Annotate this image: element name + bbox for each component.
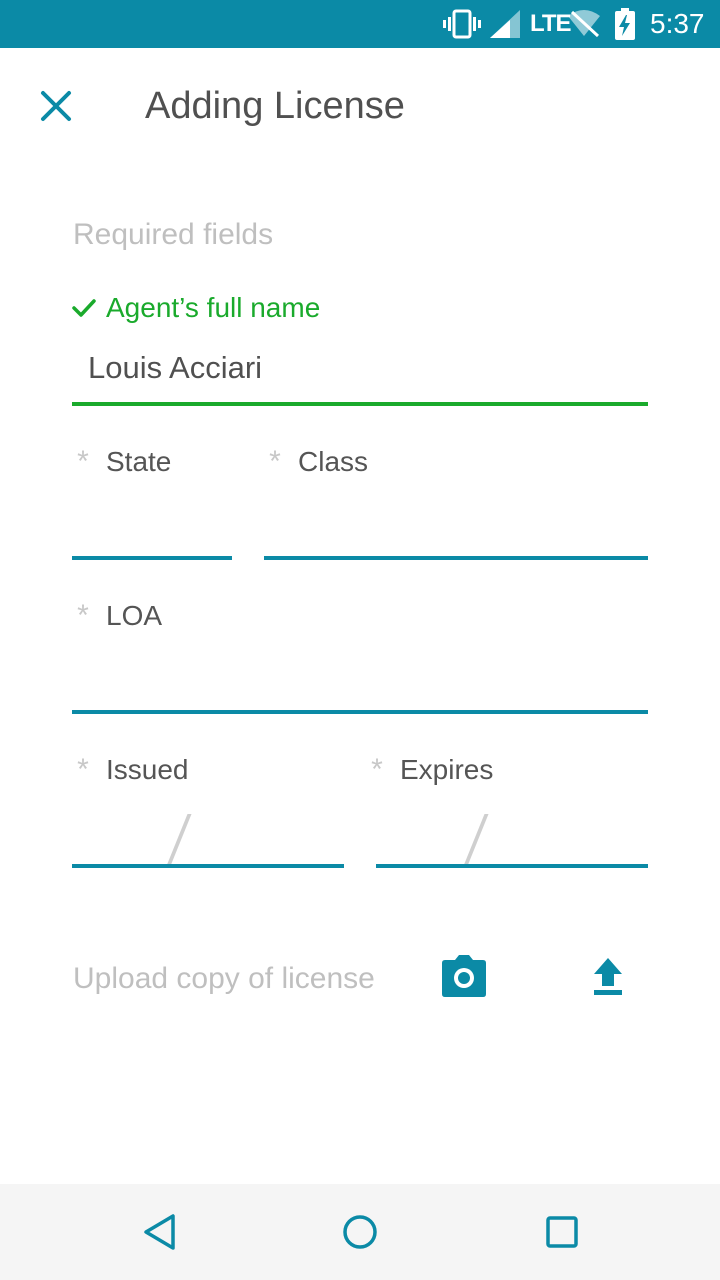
- required-asterisk: *: [371, 753, 383, 786]
- clock: 5:37: [650, 8, 705, 39]
- network-type: LTE: [530, 10, 572, 37]
- class-input[interactable]: [264, 500, 648, 556]
- signal-icon: [490, 10, 520, 38]
- home-button[interactable]: [332, 1204, 388, 1260]
- wifi-off-icon: [568, 10, 600, 38]
- expires-date-input[interactable]: [376, 808, 648, 864]
- page-title: Adding License: [145, 85, 405, 127]
- close-icon: [41, 91, 71, 121]
- class-underline: [264, 556, 648, 560]
- agent-name-label: Agent’s full name: [72, 290, 320, 326]
- camera-button[interactable]: [440, 954, 488, 1000]
- status-bar: LTE 5:37: [0, 0, 720, 48]
- agent-name-underline: [72, 402, 648, 406]
- upload-icon: [594, 958, 622, 995]
- state-underline: [72, 556, 232, 560]
- required-fields-label: Required fields: [73, 218, 274, 251]
- loa-input[interactable]: [72, 654, 648, 710]
- recents-button[interactable]: [534, 1204, 590, 1260]
- issued-label-text: Issued: [106, 754, 189, 785]
- issued-underline: [72, 864, 344, 868]
- expires-label-text: Expires: [400, 754, 494, 785]
- required-asterisk: *: [77, 445, 89, 478]
- upload-button[interactable]: [586, 956, 630, 1000]
- required-asterisk: *: [269, 445, 281, 478]
- required-asterisk: *: [77, 599, 89, 632]
- check-icon: [72, 299, 96, 317]
- recents-icon: [546, 1216, 578, 1248]
- agent-name-label-text: Agent’s full name: [106, 292, 321, 323]
- class-label-text: Class: [298, 446, 369, 477]
- state-label: * State: [72, 444, 171, 480]
- loa-label-text: LOA: [106, 600, 163, 631]
- battery-charging-icon: [615, 8, 635, 40]
- expires-underline: [376, 864, 648, 868]
- issued-date-input[interactable]: [72, 808, 344, 864]
- navigation-bar: [0, 1184, 720, 1280]
- expires-label: * Expires: [366, 752, 493, 788]
- state-input[interactable]: [72, 500, 232, 556]
- issued-label: * Issued: [72, 752, 189, 788]
- loa-label: * LOA: [72, 598, 162, 634]
- back-icon: [144, 1214, 175, 1250]
- required-asterisk: *: [77, 753, 89, 786]
- vibrate-icon: [443, 9, 481, 39]
- agent-name-input[interactable]: Louis Acciari: [88, 348, 262, 388]
- upload-license-label: Upload copy of license: [73, 962, 375, 995]
- close-button[interactable]: [30, 80, 82, 132]
- back-button[interactable]: [132, 1204, 188, 1260]
- state-label-text: State: [106, 446, 172, 477]
- loa-underline: [72, 710, 648, 714]
- class-label: * Class: [264, 444, 368, 480]
- camera-icon: [442, 955, 486, 997]
- home-icon: [343, 1215, 377, 1249]
